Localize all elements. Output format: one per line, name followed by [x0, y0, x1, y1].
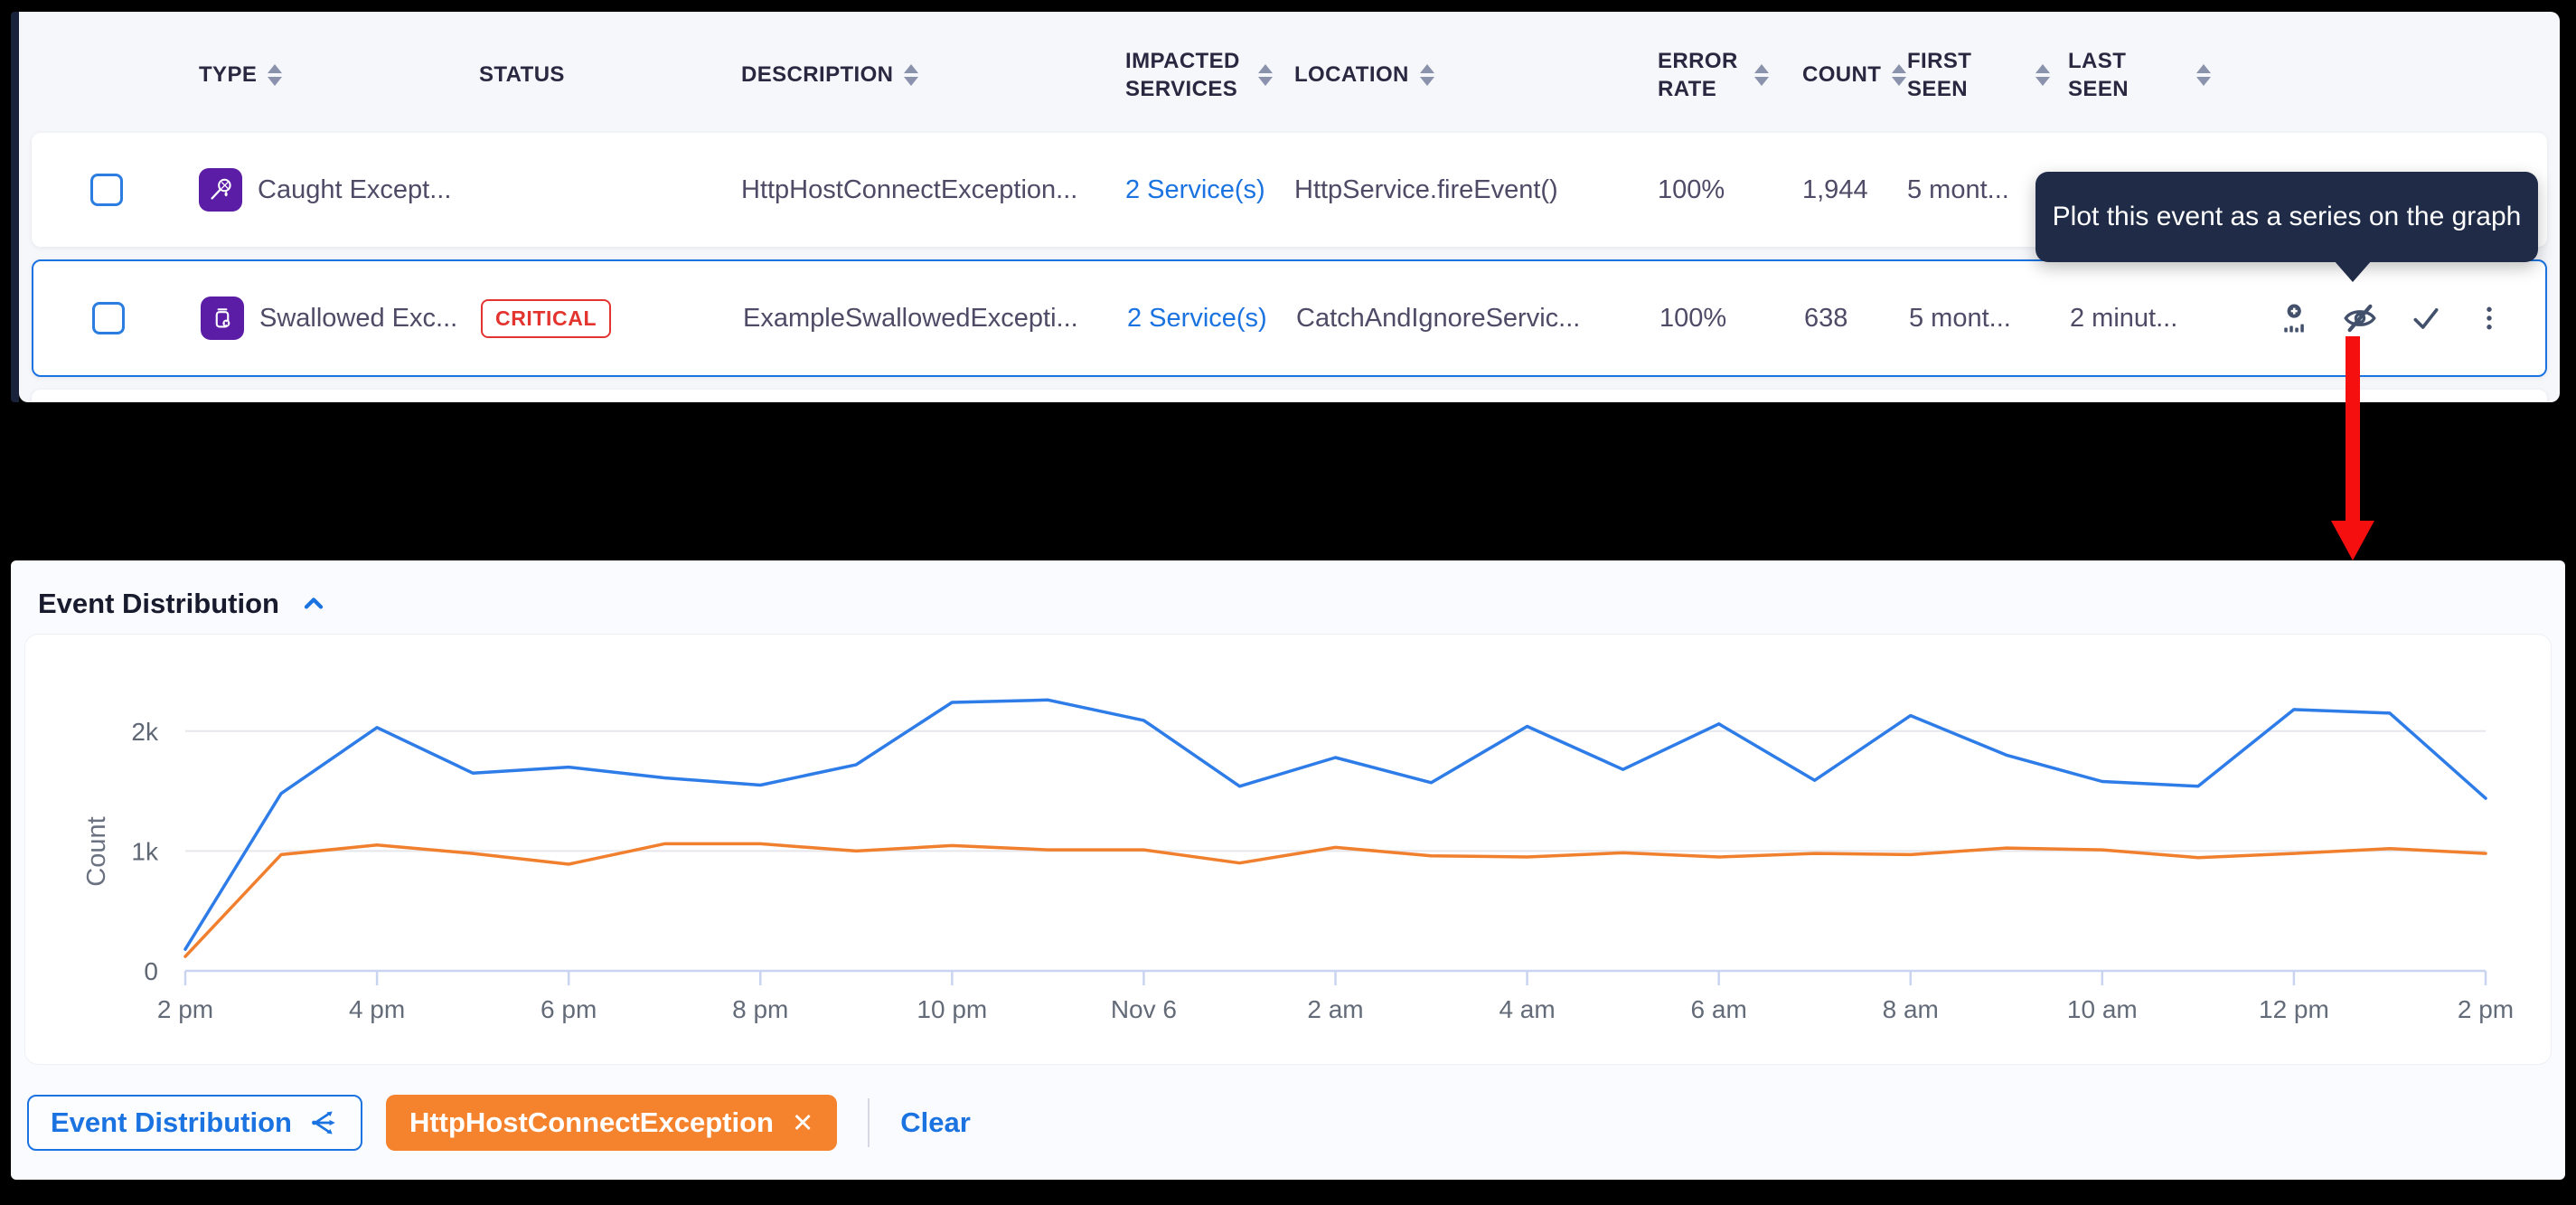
header-error-rate-label: ERROR RATE [1658, 47, 1744, 103]
sort-icon[interactable] [268, 64, 282, 86]
header-impacted-services-label: IMPACTED SERVICES [1125, 47, 1247, 103]
svg-text:10 am: 10 am [2067, 995, 2138, 1023]
clear-button[interactable]: Clear [900, 1106, 971, 1139]
svg-text:4 pm: 4 pm [349, 995, 405, 1023]
critical-status-badge: CRITICAL [481, 299, 611, 338]
svg-text:0: 0 [144, 957, 158, 985]
header-last-seen-label: LAST SEEN [2068, 47, 2186, 103]
svg-text:8 pm: 8 pm [732, 995, 788, 1023]
event-distribution-series-button[interactable]: Event Distribution [27, 1095, 362, 1151]
svg-text:10 pm: 10 pm [917, 995, 987, 1023]
svg-text:2 pm: 2 pm [157, 995, 213, 1023]
chevron-up-icon[interactable] [299, 589, 328, 618]
event-distribution-chart: 0 1k 2k 2 pm 4 pm 6 pm 8 pm 10 pm Nov 6 2 am 4 am 6… [25, 635, 2551, 1064]
kebab-menu-icon[interactable] [2473, 302, 2505, 334]
left-edge-strip [11, 12, 19, 402]
caught-exception-net-icon [199, 168, 242, 212]
row-error-rate: 100% [1638, 304, 1782, 334]
red-arrow-shaft [2346, 336, 2360, 521]
svg-text:2 pm: 2 pm [2458, 995, 2514, 1023]
tooltip-text: Plot this event as a series on the graph [2053, 202, 2522, 232]
row-description: ExampleSwallowedExcepti... [725, 304, 1109, 334]
header-description-label: DESCRIPTION [741, 61, 893, 89]
series-chip-httphostconnectexception[interactable]: HttpHostConnectException ✕ [386, 1095, 837, 1151]
sort-icon[interactable] [2196, 64, 2211, 86]
chart-legend-row: Event Distribution HttpHostConnectExcept… [27, 1095, 2565, 1151]
chart-card: 0 1k 2k 2 pm 4 pm 6 pm 8 pm 10 pm Nov 6 2 am 4 am 6… [25, 635, 2551, 1064]
panel-title: Event Distribution [38, 588, 279, 620]
sort-icon[interactable] [1258, 64, 1273, 86]
svg-text:4 am: 4 am [1499, 995, 1555, 1023]
row-type-label: Swallowed Exc... [259, 304, 457, 334]
close-icon[interactable]: ✕ [792, 1107, 813, 1139]
row-location: HttpService.fireEvent() [1283, 175, 1636, 205]
header-status-label: STATUS [479, 61, 565, 89]
share-icon [308, 1107, 339, 1138]
plot-event-on-graph-button[interactable] [2278, 301, 2312, 335]
row-checkbox[interactable] [90, 174, 123, 206]
header-type[interactable]: TYPE [181, 61, 461, 89]
svg-text:12 pm: 12 pm [2259, 995, 2329, 1023]
header-first-seen[interactable]: FIRST SEEN [1889, 47, 2050, 103]
chip-label: HttpHostConnectException [409, 1106, 774, 1139]
svg-text:Nov 6: Nov 6 [1111, 995, 1177, 1023]
sort-icon[interactable] [2035, 64, 2050, 86]
header-count-label: COUNT [1802, 61, 1881, 89]
header-location[interactable]: LOCATION [1283, 61, 1636, 89]
svg-text:8 am: 8 am [1883, 995, 1939, 1023]
row-checkbox[interactable] [92, 302, 125, 334]
sort-icon[interactable] [1420, 64, 1434, 86]
svg-text:2 am: 2 am [1307, 995, 1363, 1023]
header-count[interactable]: COUNT [1781, 61, 1889, 89]
impacted-services-link[interactable]: 2 Service(s) [1125, 175, 1265, 205]
table-header: TYPE STATUS DESCRIPTION IMPACTED SERVICE… [32, 17, 2547, 133]
row-count: 638 [1782, 304, 1891, 334]
header-location-label: LOCATION [1294, 61, 1409, 89]
impacted-services-link[interactable]: 2 Service(s) [1127, 304, 1267, 334]
row-first-seen: 5 mont... [1891, 304, 2052, 334]
plot-event-tooltip: Plot this event as a series on the graph [2035, 172, 2538, 262]
swallowed-exception-jar-icon [201, 297, 244, 340]
svg-text:6 pm: 6 pm [541, 995, 597, 1023]
series-button-label: Event Distribution [51, 1106, 292, 1139]
svg-text:1k: 1k [131, 837, 159, 865]
header-last-seen[interactable]: LAST SEEN [2050, 47, 2211, 103]
row-type-label: Caught Except... [258, 175, 451, 205]
header-description[interactable]: DESCRIPTION [723, 61, 1107, 89]
hide-event-eye-slash-icon[interactable] [2341, 299, 2379, 337]
header-error-rate[interactable]: ERROR RATE [1636, 47, 1781, 103]
row-error-rate: 100% [1636, 175, 1781, 205]
sort-icon[interactable] [1754, 64, 1769, 86]
red-arrow-head [2331, 521, 2374, 560]
table-row-swallowed-exception[interactable]: Swallowed Exc... CRITICAL ExampleSwallow… [32, 259, 2547, 377]
svg-text:Count: Count [82, 816, 111, 886]
row-last-seen: 2 minut... [2052, 304, 2213, 334]
table-row-partial [32, 390, 2547, 402]
panel-title-row: Event Distribution [11, 560, 2565, 620]
row-location: CatchAndIgnoreServic... [1285, 304, 1638, 334]
row-description: HttpHostConnectException... [723, 175, 1107, 205]
header-first-seen-label: FIRST SEEN [1907, 47, 2025, 103]
row-first-seen: 5 mont... [1889, 175, 2050, 205]
row-actions [2213, 299, 2545, 337]
sort-icon[interactable] [904, 64, 918, 86]
header-status[interactable]: STATUS [461, 61, 723, 89]
header-type-label: TYPE [199, 61, 257, 89]
svg-text:2k: 2k [131, 718, 159, 746]
row-count: 1,944 [1781, 175, 1889, 205]
screenshot-frame: TYPE STATUS DESCRIPTION IMPACTED SERVICE… [0, 0, 2576, 1205]
event-distribution-panel: Event Distribution 0 1k 2k 2 pm 4 pm 6 pm 8 pm… [11, 560, 2565, 1180]
header-impacted-services[interactable]: IMPACTED SERVICES [1107, 47, 1283, 103]
resolve-check-icon[interactable] [2408, 300, 2444, 336]
divider [868, 1098, 870, 1147]
svg-text:6 am: 6 am [1691, 995, 1747, 1023]
